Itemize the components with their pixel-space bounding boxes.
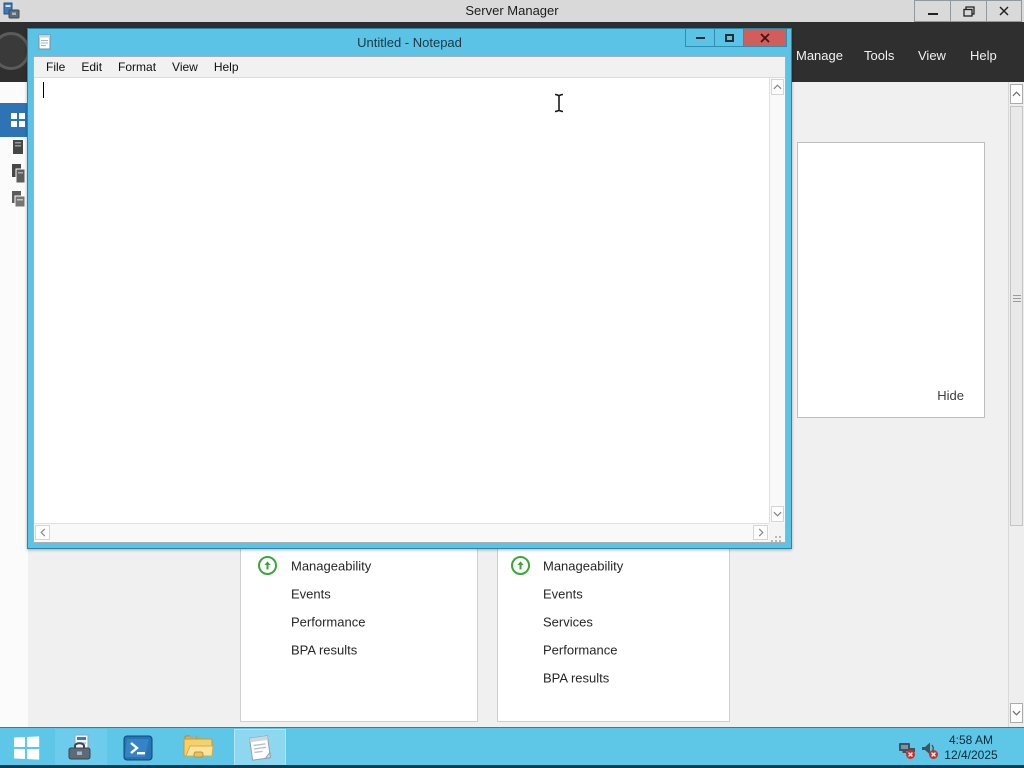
notepad-window: Untitled - Notepad File Edit Format View… [27,28,792,549]
tile-row: Events [498,580,729,608]
taskbar-server-manager-button[interactable] [55,729,107,766]
tile-row: Manageability [241,552,477,580]
notepad-icon [248,734,272,761]
taskbar: 4:58 AM 12/4/2025 [0,727,1024,768]
menu-view[interactable]: View [918,46,946,66]
server-manager-left-nav [0,82,28,727]
green-up-arrow-circle-icon [511,556,530,575]
mouse-cursor-ibeam [553,93,565,118]
green-up-arrow-circle-icon [258,556,277,575]
server-manager-window-controls [914,0,1022,22]
tile-row: BPA results [498,664,729,692]
hide-button[interactable]: Hide [937,388,964,403]
tile-link-performance[interactable]: Performance [291,615,365,630]
windows-logo-icon [14,735,40,760]
menu-view[interactable]: View [164,57,206,77]
taskbar-powershell-button[interactable] [112,729,164,766]
scroll-down-button[interactable] [771,506,784,522]
notepad-content: File Edit Format View Help [33,56,786,543]
notepad-titlebar[interactable]: Untitled - Notepad [28,29,791,56]
tile-row: Performance [241,608,477,636]
file-explorer-icon [183,735,214,758]
tile-link-services[interactable]: Services [543,615,593,630]
tile-link-manageability[interactable]: Manageability [543,559,623,574]
desktop-screen: Server Manager Manage Tools View Help Hi… [0,0,1024,768]
tile-link-bpa-results[interactable]: BPA results [543,671,609,686]
restore-button[interactable] [950,0,986,22]
window-title: Server Manager [465,3,559,18]
resize-grip[interactable] [769,523,785,542]
tile-link-events[interactable]: Events [543,587,583,602]
sidebar-item-dashboard[interactable] [0,103,28,137]
powershell-icon [123,735,153,760]
server-manager-titlebar[interactable]: Server Manager [0,0,1024,22]
dashboard-grid-icon [11,113,25,127]
welcome-tile-panel: Hide [797,142,985,418]
dashboard-tile-left: Manageability Events Performance BPA res… [240,549,478,722]
notepad-minimize-button[interactable] [685,29,714,47]
menu-file[interactable]: File [38,57,73,77]
taskbar-file-explorer-button[interactable] [172,729,224,766]
text-caret [43,82,44,98]
minimize-button[interactable] [914,0,950,22]
tile-link-manageability[interactable]: Manageability [291,559,371,574]
sidebar-item-file-storage-services[interactable] [11,190,27,210]
server-manager-icon [68,734,91,759]
tile-link-bpa-results[interactable]: BPA results [291,643,357,658]
tile-row: Services [498,608,729,636]
notepad-close-button[interactable] [743,29,787,47]
taskbar-clock[interactable]: 4:58 AM 12/4/2025 [936,733,1006,763]
tile-link-events[interactable]: Events [291,587,331,602]
network-status-icon[interactable] [897,740,917,760]
scroll-left-button[interactable] [35,525,50,540]
dashboard-tile-right: Manageability Events Services Performanc… [497,549,730,722]
clock-date: 12/4/2025 [944,748,998,762]
scroll-right-button[interactable] [753,525,768,540]
menu-manage[interactable]: Manage [796,46,843,66]
start-button[interactable] [0,729,52,766]
menu-format[interactable]: Format [110,57,164,77]
notepad-maximize-button[interactable] [714,29,743,47]
tile-row: Events [241,580,477,608]
menu-help[interactable]: Help [970,46,997,66]
sidebar-item-all-servers[interactable] [11,164,27,185]
notepad-window-controls [685,29,787,47]
scroll-down-button[interactable] [1010,703,1023,723]
scroll-up-button[interactable] [1010,84,1023,104]
menu-edit[interactable]: Edit [73,57,110,77]
clock-time: 4:58 AM [948,733,994,747]
notepad-menubar: File Edit Format View Help [34,57,785,78]
menu-help[interactable]: Help [206,57,247,77]
scrollbar-thumb[interactable] [1010,106,1023,526]
dashboard-scrollbar[interactable] [1008,82,1024,727]
back-button[interactable] [0,32,30,70]
close-button[interactable] [986,0,1022,22]
notepad-horizontal-scrollbar[interactable] [34,523,769,542]
scrollbar-grip [1013,295,1021,296]
scroll-up-button[interactable] [771,79,784,95]
notepad-text-area[interactable] [34,78,769,523]
menu-tools[interactable]: Tools [864,46,894,66]
notepad-vertical-scrollbar[interactable] [769,78,785,523]
taskbar-notepad-button[interactable] [234,729,286,766]
tile-row: Performance [498,636,729,664]
notepad-title: Untitled - Notepad [357,35,462,50]
tile-row: Manageability [498,552,729,580]
tile-row: BPA results [241,636,477,664]
sidebar-item-local-server[interactable] [11,140,27,157]
tile-link-performance[interactable]: Performance [543,643,617,658]
